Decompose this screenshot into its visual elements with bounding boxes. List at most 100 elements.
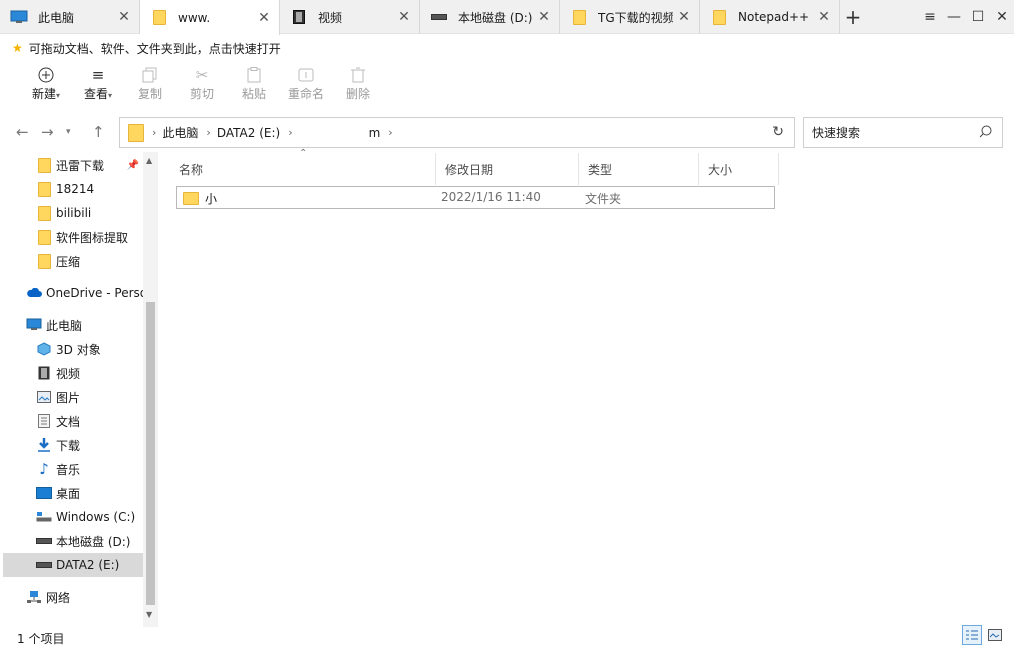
column-label: 大小 bbox=[708, 162, 733, 177]
cube-icon bbox=[36, 341, 52, 357]
folder-icon bbox=[36, 205, 52, 221]
file-name: 小 bbox=[205, 192, 218, 206]
nav-item-label: 文档 bbox=[56, 414, 81, 429]
minimize-icon[interactable]: — bbox=[942, 9, 966, 25]
up-arrow-icon[interactable]: ↑ bbox=[92, 123, 105, 141]
column-header-date[interactable]: 修改日期 bbox=[436, 153, 579, 185]
nav-item-videos[interactable]: 视频 bbox=[0, 361, 143, 385]
nav-item-label: 迅雷下载 bbox=[56, 158, 105, 173]
copy-label: 复制 bbox=[137, 87, 162, 101]
nav-item-label: 桌面 bbox=[56, 486, 81, 501]
forward-arrow-icon[interactable]: → bbox=[41, 123, 54, 141]
tab-notepadpp[interactable]: Notepad++ ✕ bbox=[700, 0, 840, 34]
tab-label: Notepad++ bbox=[738, 10, 810, 24]
rename-button[interactable]: 重命名 bbox=[280, 64, 332, 110]
tab-this-pc[interactable]: 此电脑 ✕ bbox=[0, 0, 140, 34]
view-list-icon: ≡ bbox=[91, 66, 105, 84]
tab-label: 此电脑 bbox=[38, 10, 75, 25]
status-bar: 1 个项目 bbox=[0, 627, 1014, 650]
nav-item-icon-extract[interactable]: 软件图标提取 bbox=[0, 225, 143, 249]
close-window-icon[interactable]: ✕ bbox=[990, 9, 1014, 25]
file-name-cell[interactable]: 小 bbox=[183, 190, 217, 207]
tab-tg-videos[interactable]: TG下载的视频 ✕ bbox=[560, 0, 700, 34]
close-tab-icon[interactable]: ✕ bbox=[533, 9, 555, 25]
nav-item-xunlei[interactable]: 迅雷下载 📌 bbox=[0, 153, 143, 177]
paste-button[interactable]: 粘贴 bbox=[228, 64, 280, 110]
scroll-down-icon[interactable]: ▼ bbox=[146, 610, 152, 619]
view-button[interactable]: ≡ 查看▾ bbox=[72, 64, 124, 110]
column-header-type[interactable]: 类型 bbox=[579, 153, 699, 185]
tab-label: TG下载的视频 bbox=[598, 10, 673, 25]
details-view-icon[interactable] bbox=[962, 625, 982, 645]
breadcrumb-this-pc[interactable]: 此电脑 bbox=[162, 124, 198, 141]
nav-item-documents[interactable]: 文档 bbox=[0, 409, 143, 433]
star-icon: ★ bbox=[12, 41, 23, 55]
nav-item-music[interactable]: ♪ 音乐 bbox=[0, 457, 143, 481]
close-tab-icon[interactable]: ✕ bbox=[113, 9, 135, 25]
paste-icon bbox=[246, 64, 262, 86]
nav-item-downloads[interactable]: 下载 bbox=[0, 433, 143, 457]
close-tab-icon[interactable]: ✕ bbox=[393, 9, 415, 25]
close-tab-icon[interactable]: ✕ bbox=[813, 9, 835, 25]
drive-icon bbox=[36, 533, 52, 549]
chevron-down-icon: ▾ bbox=[108, 91, 113, 100]
plus-circle-icon bbox=[38, 64, 54, 86]
nav-item-3d-objects[interactable]: 3D 对象 bbox=[0, 337, 143, 361]
tab-videos[interactable]: 视频 ✕ bbox=[280, 0, 420, 34]
search-input[interactable]: 快速搜索 bbox=[803, 117, 1003, 148]
nav-item-this-pc[interactable]: 此电脑 bbox=[0, 313, 143, 337]
search-icon[interactable] bbox=[979, 125, 992, 142]
scrollbar-thumb[interactable] bbox=[146, 302, 155, 605]
new-button[interactable]: 新建▾ bbox=[20, 64, 72, 110]
nav-item-drive-d[interactable]: 本地磁盘 (D:) bbox=[0, 529, 143, 553]
tab-local-disk-d[interactable]: 本地磁盘 (D:) ✕ bbox=[420, 0, 560, 34]
scissors-icon: ✂ bbox=[195, 66, 209, 84]
pin-icon[interactable]: 📌 bbox=[127, 160, 139, 171]
column-header-size[interactable]: 大小 bbox=[699, 153, 779, 185]
nav-item-drive-c[interactable]: Windows (C:) bbox=[0, 505, 143, 529]
nav-item-drive-e[interactable]: DATA2 (E:) bbox=[3, 553, 143, 577]
delete-button[interactable]: 删除 bbox=[332, 64, 384, 110]
nav-item-18214[interactable]: 18214 bbox=[0, 177, 143, 201]
new-label: 新建 bbox=[31, 87, 56, 101]
delete-label: 删除 bbox=[345, 87, 370, 101]
view-label: 查看 bbox=[83, 87, 108, 101]
address-bar[interactable]: › 此电脑 › DATA2 (E:) › m › ↻ bbox=[119, 117, 795, 148]
document-icon bbox=[36, 413, 52, 429]
nav-item-label: 下载 bbox=[56, 438, 81, 453]
cut-button[interactable]: ✂ 剪切 bbox=[176, 64, 228, 110]
nav-item-network[interactable]: 网络 bbox=[0, 585, 143, 609]
view-mode-switcher bbox=[959, 625, 1005, 645]
breadcrumb-data2[interactable]: DATA2 (E:) bbox=[217, 126, 280, 140]
chevron-right-icon[interactable]: › bbox=[206, 126, 210, 139]
refresh-icon[interactable]: ↻ bbox=[772, 124, 784, 140]
chevron-right-icon[interactable]: › bbox=[152, 126, 156, 139]
nav-item-bilibili[interactable]: bilibili bbox=[0, 201, 143, 225]
copy-button[interactable]: 复制 bbox=[124, 64, 176, 110]
scroll-up-icon[interactable]: ▲ bbox=[146, 156, 152, 165]
maximize-icon[interactable]: ☐ bbox=[966, 9, 990, 25]
desktop-icon bbox=[36, 485, 52, 501]
new-tab-plus-icon[interactable]: + bbox=[840, 0, 866, 33]
nav-item-onedrive[interactable]: OneDrive - Perso bbox=[0, 281, 143, 305]
chevron-right-icon[interactable]: › bbox=[388, 126, 392, 139]
tab-label: 本地磁盘 (D:) bbox=[458, 10, 533, 25]
tab-www[interactable]: www. ✕ bbox=[140, 0, 280, 35]
table-row[interactable]: 小 2022/1/16 11:40 文件夹 bbox=[176, 186, 775, 209]
menu-icon[interactable]: ≡ bbox=[918, 9, 942, 25]
recent-chevron-down-icon[interactable]: ▾ bbox=[66, 127, 71, 137]
nav-scrollbar[interactable]: ▲ ▼ bbox=[143, 152, 158, 627]
folder-icon bbox=[128, 123, 144, 142]
nav-item-compress[interactable]: 压缩 bbox=[0, 249, 143, 273]
column-header-name[interactable]: 名称 bbox=[170, 153, 436, 185]
nav-item-desktop[interactable]: 桌面 bbox=[0, 481, 143, 505]
preview-view-icon[interactable] bbox=[985, 625, 1005, 645]
nav-item-pictures[interactable]: 图片 bbox=[0, 385, 143, 409]
chevron-right-icon[interactable]: › bbox=[288, 126, 292, 139]
music-note-icon: ♪ bbox=[39, 460, 49, 478]
close-tab-icon[interactable]: ✕ bbox=[253, 10, 275, 26]
back-arrow-icon[interactable]: ← bbox=[16, 123, 29, 141]
nav-item-label: 音乐 bbox=[56, 462, 81, 477]
close-tab-icon[interactable]: ✕ bbox=[673, 9, 695, 25]
breadcrumb-m[interactable]: m bbox=[369, 126, 381, 140]
